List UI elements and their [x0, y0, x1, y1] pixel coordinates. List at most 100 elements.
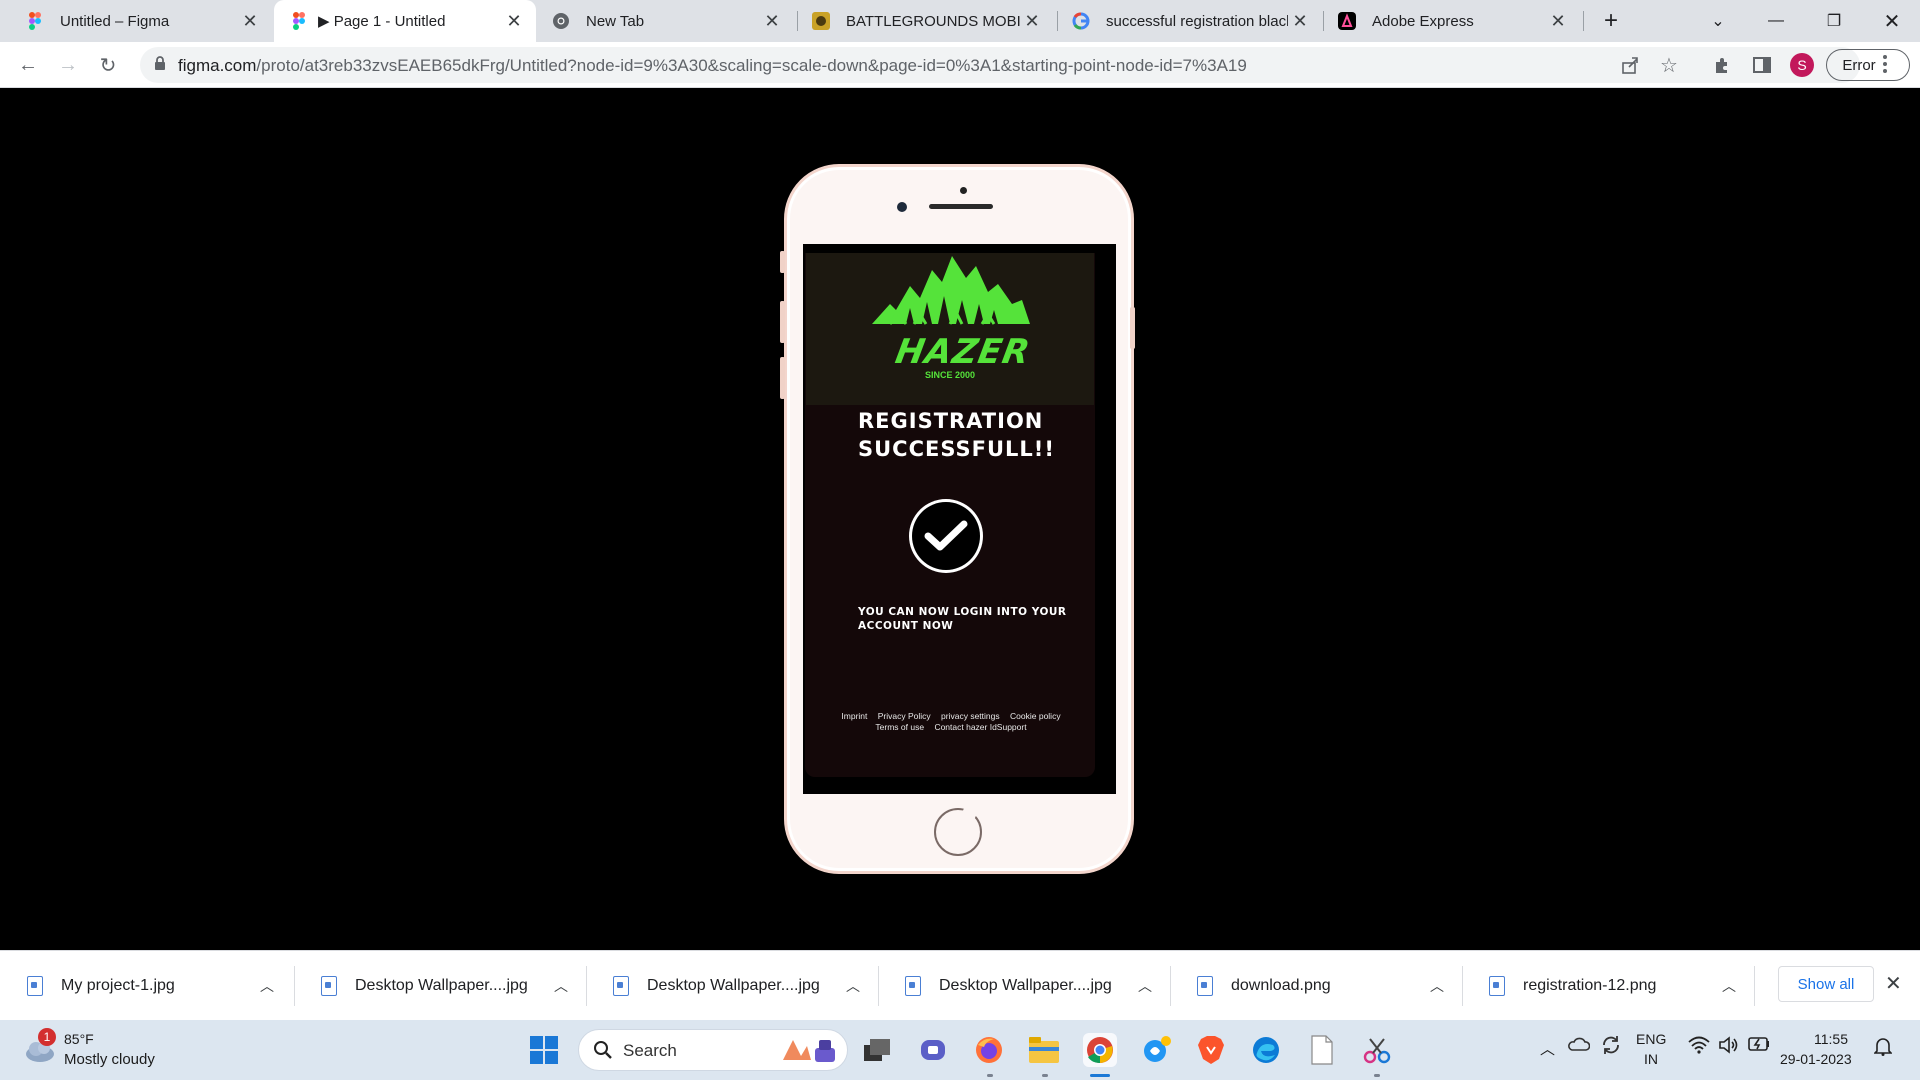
- region-indicator[interactable]: IN: [1644, 1051, 1658, 1067]
- wifi-icon[interactable]: [1688, 1036, 1710, 1058]
- clock-date[interactable]: 29-01-2023: [1780, 1051, 1852, 1067]
- more-menu-icon[interactable]: [1882, 54, 1888, 74]
- battery-charging-icon[interactable]: [1748, 1037, 1770, 1055]
- show-all-button[interactable]: Show all: [1778, 966, 1874, 1002]
- minimize-icon[interactable]: —: [1748, 0, 1804, 42]
- share-icon[interactable]: [1620, 55, 1640, 80]
- notification-bell-icon[interactable]: [1873, 1036, 1893, 1060]
- temperature[interactable]: 85°F: [64, 1031, 94, 1047]
- show-hidden-icons-chevron-icon[interactable]: ︿: [1540, 1038, 1555, 1059]
- error-label: Error: [1842, 56, 1876, 74]
- close-downloads-icon[interactable]: ✕: [1885, 971, 1902, 996]
- link-imprint[interactable]: Imprint: [841, 711, 867, 721]
- download-item[interactable]: Desktop Wallpaper....jpg ︿: [294, 951, 586, 1021]
- close-tab-icon[interactable]: ✕: [502, 9, 526, 33]
- firefox-icon[interactable]: [972, 1033, 1006, 1067]
- tab-title: New Tab: [586, 12, 645, 30]
- link-contact-support[interactable]: Contact hazer IdSupport: [934, 722, 1026, 732]
- clock-time[interactable]: 11:55: [1772, 1031, 1848, 1047]
- weather-condition[interactable]: Mostly cloudy: [64, 1051, 155, 1068]
- reload-icon[interactable]: ↻: [92, 49, 124, 81]
- phone-sensor: [960, 187, 967, 194]
- tab-strip: Untitled – Figma ✕ ▶ Page 1 - Untitled ✕…: [0, 0, 1920, 42]
- close-tab-icon[interactable]: ✕: [760, 9, 784, 33]
- close-tab-icon[interactable]: ✕: [1020, 9, 1044, 33]
- task-view-icon[interactable]: [860, 1033, 894, 1067]
- downloads-bar: My project-1.jpg ︿ Desktop Wallpaper....…: [0, 950, 1920, 1020]
- download-item[interactable]: download.png ︿: [1170, 951, 1462, 1021]
- game-icon: [812, 12, 830, 30]
- taskbar-search[interactable]: Search: [578, 1029, 848, 1071]
- onedrive-cloud-icon[interactable]: [1568, 1036, 1591, 1056]
- profile-avatar[interactable]: S: [1790, 53, 1814, 77]
- lock-icon[interactable]: [154, 56, 166, 76]
- tab-search-chevron-icon[interactable]: ⌄: [1690, 0, 1746, 42]
- search-highlight-icon: [781, 1036, 841, 1071]
- brave-icon[interactable]: [1194, 1033, 1228, 1067]
- windows-taskbar: 1 85°F Mostly cloudy Search ︿ ENG IN 11:…: [0, 1020, 1920, 1080]
- back-arrow-icon[interactable]: ←: [12, 49, 44, 81]
- notepad-file-icon[interactable]: [1305, 1033, 1339, 1067]
- download-filename: My project-1.jpg: [61, 977, 175, 994]
- chevron-up-icon[interactable]: ︿: [1430, 976, 1444, 996]
- bookmark-star-icon[interactable]: ☆: [1660, 53, 1678, 78]
- address-bar[interactable]: figma.com/proto/at3reb33zvsEAEB65dkFrg/U…: [140, 47, 1860, 83]
- chevron-up-icon[interactable]: ︿: [846, 976, 860, 996]
- chevron-up-icon[interactable]: ︿: [554, 976, 568, 996]
- phone-speaker: [929, 204, 993, 209]
- file-explorer-icon[interactable]: [1027, 1033, 1061, 1067]
- close-window-icon[interactable]: ✕: [1864, 0, 1920, 42]
- tab-battlegrounds[interactable]: BATTLEGROUNDS MOBILE I ✕: [798, 0, 1054, 42]
- download-item[interactable]: Desktop Wallpaper....jpg ︿: [878, 951, 1170, 1021]
- side-panel-icon[interactable]: [1748, 51, 1776, 79]
- forward-arrow-icon[interactable]: →: [52, 49, 84, 81]
- tab-google-search[interactable]: successful registration blacl ✕: [1058, 0, 1322, 42]
- edge-icon[interactable]: [1249, 1033, 1283, 1067]
- tab-title: Untitled – Figma: [60, 12, 170, 30]
- phone-side-button: [1130, 307, 1135, 349]
- link-cookie-policy[interactable]: Cookie policy: [1010, 711, 1061, 721]
- close-tab-icon[interactable]: ✕: [1546, 9, 1570, 33]
- download-item[interactable]: My project-1.jpg ︿: [0, 951, 292, 1021]
- extensions-puzzle-icon[interactable]: [1708, 51, 1736, 79]
- teams-chat-icon[interactable]: [916, 1033, 950, 1067]
- error-button[interactable]: Error: [1826, 49, 1910, 81]
- tab-adobe-express[interactable]: Adobe Express ✕: [1324, 0, 1580, 42]
- headline-line2: SUCCESSFULL!!: [858, 437, 1055, 461]
- chevron-up-icon[interactable]: ︿: [260, 976, 274, 996]
- url-text: figma.com/proto/at3reb33zvsEAEB65dkFrg/U…: [178, 56, 1247, 76]
- volume-icon[interactable]: [1718, 1036, 1740, 1058]
- chrome-icon[interactable]: [1083, 1033, 1117, 1067]
- sync-icon[interactable]: [1600, 1034, 1622, 1060]
- windows-start-icon[interactable]: [527, 1033, 561, 1067]
- tab-page1-untitled[interactable]: ▶ Page 1 - Untitled ✕: [274, 0, 536, 42]
- settings-app-icon[interactable]: [1140, 1033, 1174, 1067]
- headline-line1: REGISTRATION: [858, 409, 1044, 433]
- url-path: /proto/at3reb33zvsEAEB65dkFrg/Untitled?n…: [256, 56, 1247, 75]
- link-privacy-settings[interactable]: privacy settings: [941, 711, 1000, 721]
- download-filename: download.png: [1231, 977, 1331, 994]
- close-tab-icon[interactable]: ✕: [238, 9, 262, 33]
- snipping-tool-icon[interactable]: [1360, 1033, 1394, 1067]
- link-privacy-policy[interactable]: Privacy Policy: [878, 711, 931, 721]
- link-terms-of-use[interactable]: Terms of use: [875, 722, 924, 732]
- browser-toolbar: ← → ↻ figma.com/proto/at3reb33zvsEAEB65d…: [0, 42, 1920, 88]
- download-item[interactable]: registration-12.png ︿: [1462, 951, 1754, 1021]
- image-file-icon: [1197, 976, 1213, 996]
- chevron-up-icon[interactable]: ︿: [1138, 976, 1152, 996]
- success-check-icon: [909, 499, 983, 573]
- language-indicator[interactable]: ENG: [1636, 1031, 1666, 1047]
- tab-figma-untitled[interactable]: Untitled – Figma ✕: [0, 0, 272, 42]
- download-filename: Desktop Wallpaper....jpg: [939, 977, 1112, 994]
- restore-icon[interactable]: ❐: [1806, 0, 1862, 42]
- image-file-icon: [613, 976, 629, 996]
- chevron-up-icon[interactable]: ︿: [1722, 976, 1736, 996]
- image-file-icon: [321, 976, 337, 996]
- tab-title: BATTLEGROUNDS MOBILE I: [846, 12, 1020, 30]
- download-filename: Desktop Wallpaper....jpg: [355, 977, 528, 994]
- search-placeholder: Search: [623, 1041, 677, 1060]
- new-tab-button[interactable]: +: [1583, 0, 1639, 42]
- tab-new-tab[interactable]: New Tab ✕: [538, 0, 794, 42]
- download-item[interactable]: Desktop Wallpaper....jpg ︿: [586, 951, 878, 1021]
- close-tab-icon[interactable]: ✕: [1288, 9, 1312, 33]
